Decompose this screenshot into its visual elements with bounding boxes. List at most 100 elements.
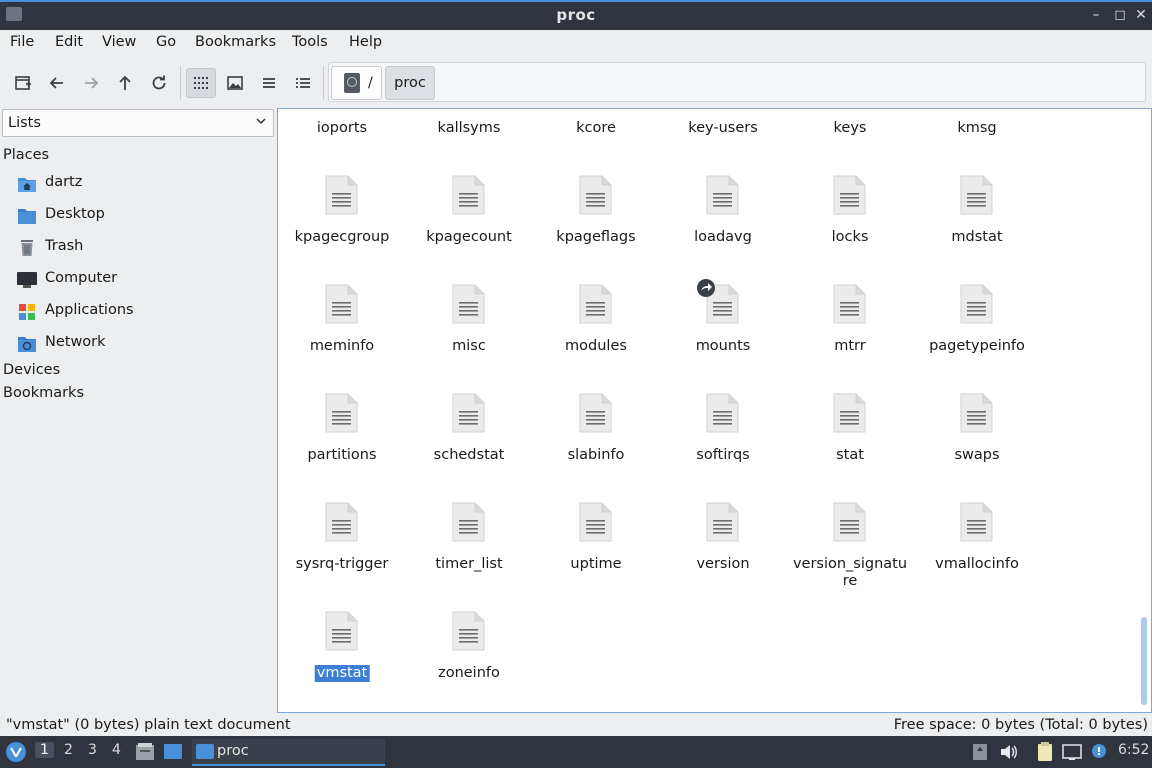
sidebar-mode-select[interactable]: Lists	[2, 109, 274, 137]
forward-button[interactable]	[76, 68, 106, 98]
places-heading[interactable]: Places	[3, 147, 49, 163]
file-item[interactable]: zoneinfo	[409, 611, 529, 711]
sidebar-item-desktop[interactable]: Desktop	[0, 202, 272, 230]
volume-icon[interactable]	[998, 742, 1018, 762]
file-name: pagetypeinfo	[929, 338, 1025, 354]
file-item[interactable]: partitions	[282, 393, 402, 493]
menu-view[interactable]: View	[102, 34, 136, 50]
file-item[interactable]: vmstat	[282, 611, 402, 711]
icon-view-button[interactable]	[186, 68, 216, 98]
file-item[interactable]: kpagecount	[409, 175, 529, 275]
workspace-1[interactable]: 1	[35, 742, 54, 758]
network-monitor-icon[interactable]	[1062, 742, 1082, 762]
file-item[interactable]: misc	[409, 284, 529, 384]
file-item[interactable]: kcore	[536, 109, 656, 166]
file-item[interactable]: key-users	[663, 109, 783, 166]
task-button-proc[interactable]: proc	[192, 739, 385, 766]
reload-button[interactable]	[144, 68, 174, 98]
file-item[interactable]: ioports	[282, 109, 402, 166]
sidebar-item-applications[interactable]: Applications	[0, 298, 272, 326]
file-item[interactable]: meminfo	[282, 284, 402, 384]
back-button[interactable]	[42, 68, 72, 98]
computer-icon	[17, 272, 37, 288]
text-file-icon	[960, 284, 993, 324]
status-bar: "vmstat" (0 bytes) plain text document F…	[0, 714, 1152, 736]
file-name: zoneinfo	[438, 665, 500, 681]
file-item[interactable]: modules	[536, 284, 656, 384]
file-item[interactable]: kpagecgroup	[282, 175, 402, 275]
menu-edit[interactable]: Edit	[55, 34, 83, 50]
path-bar: / proc	[328, 62, 1146, 102]
file-item[interactable]: mtrr	[790, 284, 910, 384]
thumbnail-view-button[interactable]	[220, 68, 250, 98]
file-item[interactable]: keys	[790, 109, 910, 166]
file-item[interactable]: vmallocinfo	[917, 502, 1037, 602]
file-name: swaps	[954, 447, 1000, 463]
file-item[interactable]: softirqs	[663, 393, 783, 493]
bookmarks-heading[interactable]: Bookmarks	[3, 385, 84, 401]
file-item[interactable]: mounts	[663, 279, 783, 384]
file-item[interactable]: version	[663, 502, 783, 602]
file-item[interactable]: sysrq-trigger	[282, 502, 402, 602]
start-menu-icon[interactable]	[5, 741, 27, 763]
text-file-icon	[452, 502, 485, 542]
harddisk-icon	[344, 73, 360, 93]
arrow-right-icon	[85, 77, 99, 89]
file-item[interactable]: swaps	[917, 393, 1037, 493]
maximize-button[interactable]: ◻	[1110, 5, 1130, 25]
clock[interactable]: 6:52	[1118, 742, 1149, 758]
updates-icon[interactable]	[970, 742, 990, 762]
menu-go[interactable]: Go	[156, 34, 176, 50]
file-item[interactable]: loadavg	[663, 175, 783, 275]
menu-file[interactable]: File	[10, 34, 34, 50]
text-file-icon	[960, 502, 993, 542]
clipboard-icon[interactable]	[1035, 742, 1055, 762]
file-item[interactable]: kallsyms	[409, 109, 529, 166]
notification-icon[interactable]	[1088, 742, 1108, 762]
file-item[interactable]: uptime	[536, 502, 656, 602]
file-item[interactable]: locks	[790, 175, 910, 275]
chevron-down-icon	[256, 118, 266, 125]
minimize-button[interactable]: –	[1086, 5, 1106, 25]
folder-icon	[196, 744, 214, 759]
file-item[interactable]: pagetypeinfo	[917, 284, 1037, 384]
file-name: stat	[836, 447, 864, 463]
workspace-3[interactable]: 3	[88, 742, 97, 758]
file-item[interactable]: kmsg	[917, 109, 1037, 166]
detailed-view-button[interactable]	[288, 68, 318, 98]
file-item[interactable]: slabinfo	[536, 393, 656, 493]
title-bar: proc – ◻ ✕	[0, 0, 1152, 30]
home-folder-icon	[18, 178, 36, 192]
file-view[interactable]: ioports kallsyms kcore key-users keys kmsg kpa…	[277, 108, 1152, 713]
up-button[interactable]	[110, 68, 140, 98]
show-desktop-icon[interactable]	[163, 742, 183, 762]
sidebar-item-trash[interactable]: Trash	[0, 234, 272, 262]
file-item[interactable]: kpageflags	[536, 175, 656, 275]
path-button-root[interactable]: /	[331, 66, 382, 100]
path-button-current[interactable]: proc	[385, 66, 435, 100]
workspace-4[interactable]: 4	[112, 742, 121, 758]
menu-help[interactable]: Help	[349, 34, 382, 50]
menu-bookmarks[interactable]: Bookmarks	[195, 34, 276, 50]
file-item[interactable]: version_signature	[790, 502, 910, 602]
file-name: loadavg	[694, 229, 752, 245]
file-name: kmsg	[957, 120, 997, 136]
file-item[interactable]: stat	[790, 393, 910, 493]
file-item[interactable]: timer_list	[409, 502, 529, 602]
compact-view-button[interactable]	[254, 68, 284, 98]
workspace-2[interactable]: 2	[64, 742, 73, 758]
new-tab-button[interactable]	[8, 68, 38, 98]
path-root-label: /	[368, 75, 373, 91]
menu-tools[interactable]: Tools	[292, 34, 328, 50]
sidebar-item-network[interactable]: Network	[0, 330, 272, 358]
file-item[interactable]: schedstat	[409, 393, 529, 493]
file-manager-launcher-icon[interactable]	[135, 742, 155, 762]
close-button[interactable]: ✕	[1131, 5, 1151, 25]
scrollbar-thumb[interactable]	[1141, 617, 1147, 705]
devices-heading[interactable]: Devices	[3, 362, 60, 378]
sidebar-item-home[interactable]: dartz	[0, 170, 272, 198]
sidebar-item-computer[interactable]: Computer	[0, 266, 272, 294]
file-name: key-users	[688, 120, 758, 136]
file-item[interactable]: mdstat	[917, 175, 1037, 275]
file-name: kpagecgroup	[294, 229, 390, 245]
